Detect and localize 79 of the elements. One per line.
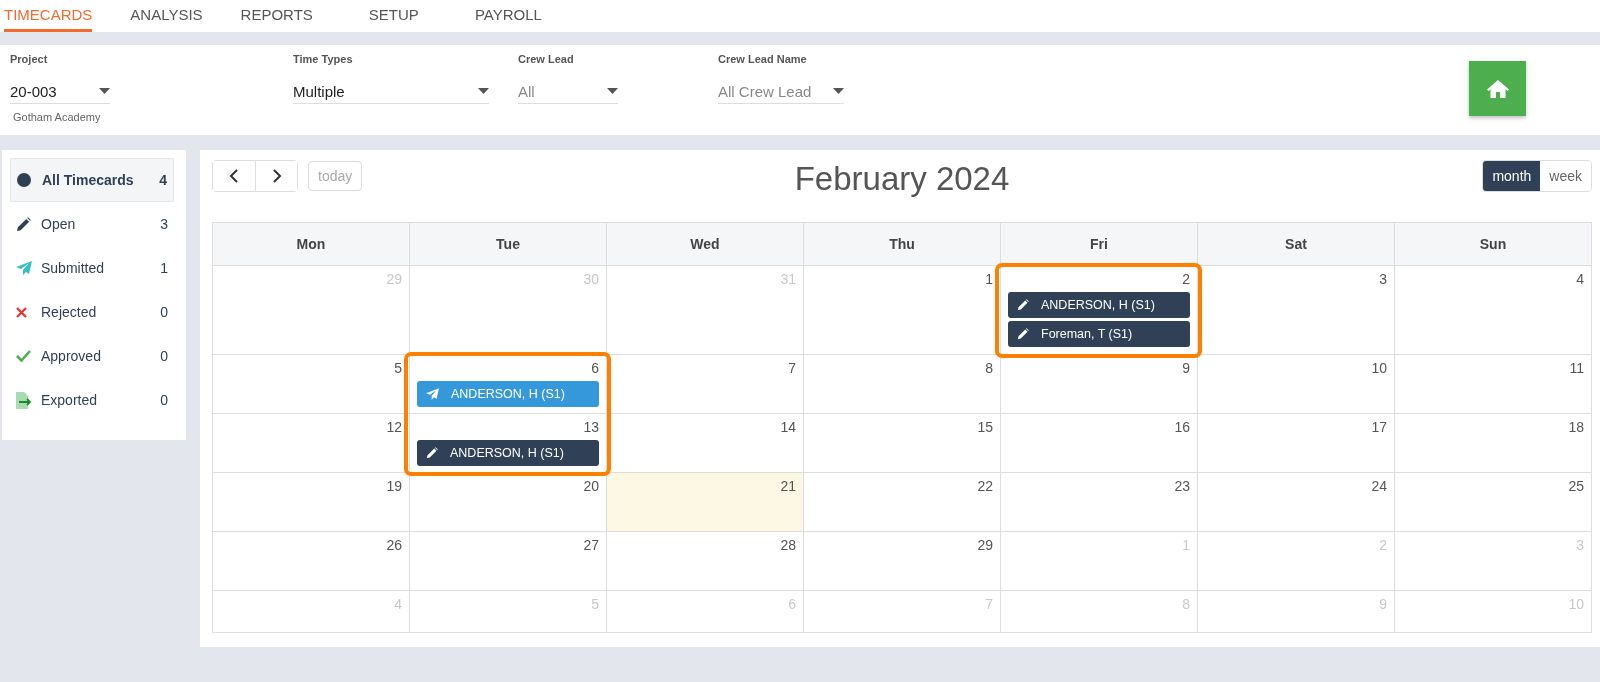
day-number: 10 — [1371, 360, 1387, 378]
day-number: 28 — [780, 537, 796, 555]
weekday-header: Sat — [1198, 223, 1395, 266]
status-filter-item[interactable]: Submitted 1 — [10, 246, 174, 290]
filter-label: Crew Lead Name — [718, 53, 808, 67]
circle-icon — [17, 173, 31, 187]
paper-plane-icon — [16, 261, 32, 275]
day-number: 26 — [386, 537, 402, 555]
paper-plane-icon — [426, 388, 439, 400]
pencil-icon — [426, 447, 438, 459]
filter-label: Time Types — [293, 53, 354, 67]
day-number: 22 — [977, 478, 993, 496]
day-number: 11 — [1569, 360, 1584, 378]
calendar-title: February 2024 — [794, 160, 1010, 198]
chevron-right-icon — [271, 169, 282, 183]
checkmark-icon — [16, 350, 31, 362]
caret-icon — [833, 88, 844, 94]
day-number: 19 — [386, 478, 402, 496]
weekday-header: Wed — [607, 223, 804, 266]
day-number: 18 — [1568, 419, 1584, 437]
timecard-event[interactable]: ANDERSON, H (S1) — [417, 440, 599, 466]
day-number: 4 — [1576, 271, 1584, 289]
day-number: 8 — [985, 360, 993, 378]
view-toggle-button[interactable]: month — [1483, 161, 1541, 191]
day-number: 14 — [780, 419, 796, 437]
home-button[interactable] — [1469, 61, 1526, 116]
nav-tab[interactable]: ANALYSIS — [130, 0, 203, 32]
filter-label: Crew Lead — [518, 53, 575, 67]
pencil-icon — [16, 216, 31, 232]
dropdown-field[interactable]: 20-003 — [10, 79, 110, 104]
caret-icon — [99, 88, 110, 94]
timecard-event[interactable]: Foreman, T (S1) — [1008, 321, 1190, 347]
pencil-icon — [1017, 328, 1029, 340]
day-number: 3 — [1379, 271, 1387, 289]
day-number: 12 — [386, 419, 402, 437]
day-number: 2 — [1182, 271, 1190, 289]
nav-tab[interactable]: SETUP — [368, 0, 419, 32]
weekday-header: Fri — [1001, 223, 1198, 266]
file-export-icon — [16, 391, 34, 409]
dropdown-field[interactable]: All — [518, 79, 618, 104]
caret-icon — [607, 88, 618, 94]
day-number: 13 — [583, 419, 599, 437]
day-number: 17 — [1371, 419, 1387, 437]
day-number: 1 — [985, 271, 993, 289]
day-number: 20 — [583, 478, 599, 496]
day-number: 24 — [1371, 478, 1387, 496]
dropdown-field[interactable]: Multiple — [293, 79, 489, 104]
day-number: 15 — [977, 419, 993, 437]
status-filter-item[interactable]: All Timecards 4 — [10, 158, 174, 202]
day-number: 25 — [1568, 478, 1584, 496]
day-number: 9 — [1182, 360, 1190, 378]
weekday-header: Mon — [213, 223, 410, 266]
day-number: 16 — [1174, 419, 1190, 437]
caret-icon — [478, 88, 489, 94]
day-number: 23 — [1174, 478, 1190, 496]
day-number: 29 — [977, 537, 993, 555]
pencil-icon — [1017, 299, 1029, 311]
status-filter-item[interactable]: Approved 0 — [10, 334, 174, 378]
weekday-header: Tue — [410, 223, 607, 266]
weekday-header: Thu — [804, 223, 1001, 266]
day-number: 21 — [780, 478, 796, 496]
day-number: 5 — [394, 360, 402, 378]
weekday-header: Sun — [1395, 223, 1592, 266]
chevron-left-icon — [229, 169, 239, 183]
nav-tab[interactable]: PAYROLL — [474, 0, 542, 32]
cross-icon — [16, 306, 27, 318]
status-filter-item[interactable]: Rejected 0 — [10, 290, 174, 334]
project-caption: Gotham Academy — [12, 111, 102, 123]
status-filter-item[interactable]: Exported 0 — [10, 378, 174, 422]
next-button[interactable] — [255, 161, 297, 191]
filter-label: Project — [10, 53, 49, 67]
day-number: 27 — [583, 537, 599, 555]
status-filter-item[interactable]: Open 3 — [10, 202, 174, 246]
day-number: 7 — [788, 360, 796, 378]
nav-tab[interactable]: REPORTS — [240, 0, 313, 32]
timecard-event[interactable]: ANDERSON, H (S1) — [1008, 292, 1190, 318]
day-number: 6 — [591, 360, 599, 378]
home-icon — [1486, 78, 1509, 99]
dropdown-field[interactable]: All Crew Lead — [718, 79, 844, 104]
